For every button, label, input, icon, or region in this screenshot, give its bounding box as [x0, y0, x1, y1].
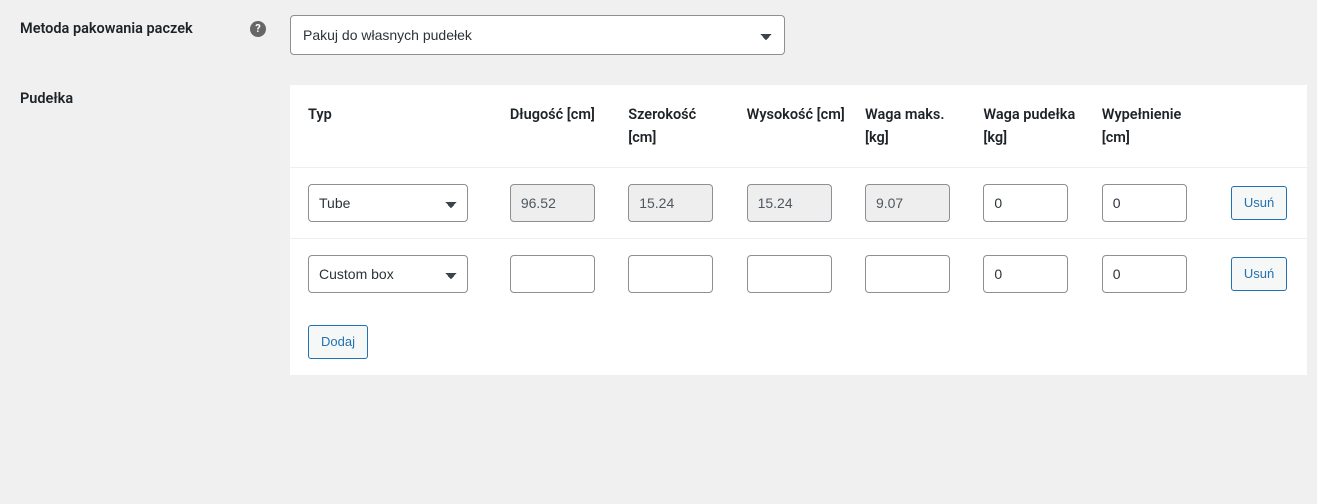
box-type-select[interactable]: Custom box [308, 255, 468, 293]
col-header-padding: Wypełnienie [cm] [1092, 85, 1221, 168]
box-type-select[interactable]: Tube [308, 184, 468, 222]
label-packing-method: Metoda pakowania paczek [0, 0, 250, 70]
length-input[interactable] [510, 255, 595, 293]
remove-box-button[interactable]: Usuń [1231, 186, 1287, 220]
width-input[interactable] [628, 255, 713, 293]
padding-input[interactable] [1102, 255, 1187, 293]
height-input[interactable] [747, 184, 832, 222]
remove-box-button[interactable]: Usuń [1231, 257, 1287, 291]
col-header-box-weight: Waga pudełka [kg] [973, 85, 1091, 168]
max-weight-input[interactable] [865, 184, 950, 222]
help-icon[interactable]: ? [250, 21, 266, 37]
boxes-table: Typ Długość [cm] Szerokość [cm] Wysokość… [290, 85, 1307, 375]
table-row: Tube Usuń [290, 168, 1307, 239]
padding-input[interactable] [1102, 184, 1187, 222]
height-input[interactable] [747, 255, 832, 293]
add-box-button[interactable]: Dodaj [308, 325, 368, 359]
col-header-length: Długość [cm] [500, 85, 618, 168]
col-header-height: Wysokość [cm] [737, 85, 855, 168]
length-input[interactable] [510, 184, 595, 222]
box-weight-input[interactable] [983, 255, 1068, 293]
max-weight-input[interactable] [865, 255, 950, 293]
col-header-width: Szerokość [cm] [618, 85, 736, 168]
packing-method-select[interactable]: Pakuj do własnych pudełek [290, 15, 785, 55]
boxes-table-wrap: Typ Długość [cm] Szerokość [cm] Wysokość… [290, 85, 1307, 375]
col-header-type: Typ [290, 85, 500, 168]
width-input[interactable] [628, 184, 713, 222]
label-boxes: Pudełka [0, 70, 250, 390]
settings-form-table: Metoda pakowania paczek ? Pakuj do własn… [0, 0, 1317, 390]
table-row: Custom box Usuń [290, 239, 1307, 310]
box-weight-input[interactable] [983, 184, 1068, 222]
col-header-max-weight: Waga maks. [kg] [855, 85, 973, 168]
